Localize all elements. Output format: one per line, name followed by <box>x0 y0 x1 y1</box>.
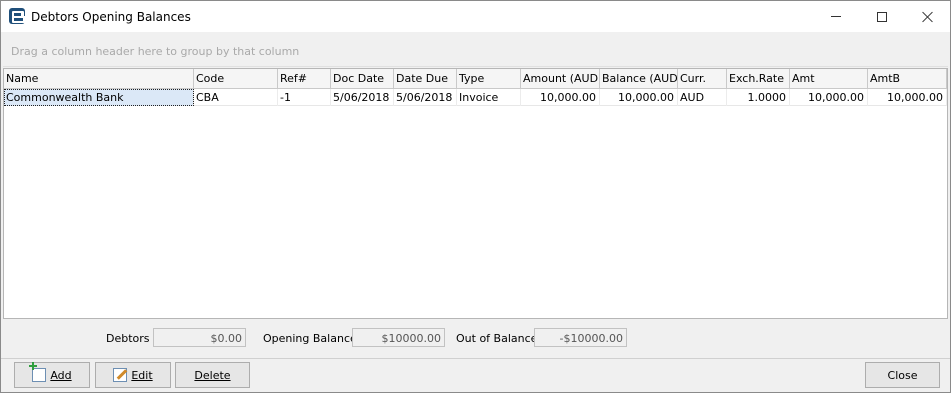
cell-name[interactable]: Commonwealth Bank <box>4 89 194 106</box>
bottom-toolbar: Add Edit Delete Close <box>1 358 950 392</box>
column-header-amtb[interactable]: AmtB <box>868 69 947 88</box>
add-button[interactable]: Add <box>14 362 90 388</box>
opening-balance-label: Opening Balance <box>263 332 357 345</box>
column-header-ref[interactable]: Ref# <box>278 69 331 88</box>
cell-ref[interactable]: -1 <box>278 89 331 106</box>
opening-balance-field: $10000.00 <box>352 328 445 347</box>
column-header-balance[interactable]: Balance (AUD) <box>600 69 678 88</box>
cell-doc-date[interactable]: 5/06/2018 2 <box>331 89 394 106</box>
cell-currency[interactable]: AUD <box>678 89 727 106</box>
add-document-icon <box>29 362 47 382</box>
cell-amtb[interactable]: 10,000.00 <box>868 89 947 106</box>
minimize-icon <box>831 16 841 17</box>
group-by-hint: Drag a column header here to group by th… <box>11 45 300 58</box>
app-logo-icon <box>9 8 26 24</box>
column-header-doc-date[interactable]: Doc Date <box>331 69 394 88</box>
cell-type[interactable]: Invoice <box>457 89 521 106</box>
cell-date-due[interactable]: 5/06/2018 <box>394 89 457 106</box>
group-by-panel[interactable]: Drag a column header here to group by th… <box>3 34 948 67</box>
edit-button-label: Edit <box>131 368 153 382</box>
column-header-type[interactable]: Type <box>457 69 521 88</box>
column-header-exch-rate[interactable]: Exch.Rate <box>727 69 790 88</box>
minimize-button[interactable] <box>813 1 859 32</box>
column-header-amt[interactable]: Amt <box>790 69 868 88</box>
title-bar: Debtors Opening Balances <box>1 1 950 32</box>
window-title: Debtors Opening Balances <box>31 10 191 24</box>
maximize-button[interactable] <box>859 1 905 32</box>
cell-amt[interactable]: 10,000.00 <box>790 89 868 106</box>
edit-button[interactable]: Edit <box>95 362 171 388</box>
debtors-opening-balances-window: Debtors Opening Balances Drag a column h… <box>0 0 951 393</box>
column-header-code[interactable]: Code <box>194 69 278 88</box>
debtors-total-field: $0.00 <box>153 328 246 347</box>
close-button-label: Close <box>887 368 918 382</box>
column-header-currency[interactable]: Curr. <box>678 69 727 88</box>
maximize-icon <box>877 11 887 22</box>
close-button[interactable]: Close <box>865 362 940 388</box>
add-button-label: Add <box>50 368 72 382</box>
out-of-balance-field: -$10000.00 <box>534 328 627 347</box>
totals-bar: Debtors $0.00 Opening Balance $10000.00 … <box>1 324 950 354</box>
delete-button-label: Delete <box>194 368 231 382</box>
out-of-balance-label: Out of Balance <box>456 332 538 345</box>
debtors-label: Debtors <box>106 332 150 345</box>
cell-code[interactable]: CBA <box>194 89 278 106</box>
column-header-amount[interactable]: Amount (AUD) <box>521 69 600 88</box>
cell-exch-rate[interactable]: 1.0000 <box>727 89 790 106</box>
balances-grid[interactable]: Name Code Ref# Doc Date Date Due Type Am… <box>3 68 948 319</box>
cell-amount[interactable]: 10,000.00 <box>521 89 600 106</box>
delete-button[interactable]: Delete <box>175 362 250 388</box>
table-row[interactable]: Commonwealth Bank CBA -1 5/06/2018 2 5/0… <box>4 89 947 106</box>
grid-header: Name Code Ref# Doc Date Date Due Type Am… <box>4 69 947 89</box>
close-icon <box>922 11 934 23</box>
column-header-date-due[interactable]: Date Due <box>394 69 457 88</box>
cell-balance[interactable]: 10,000.00 <box>600 89 678 106</box>
column-header-name[interactable]: Name <box>4 69 194 88</box>
edit-pencil-icon <box>113 368 128 382</box>
close-window-button[interactable] <box>905 1 951 32</box>
